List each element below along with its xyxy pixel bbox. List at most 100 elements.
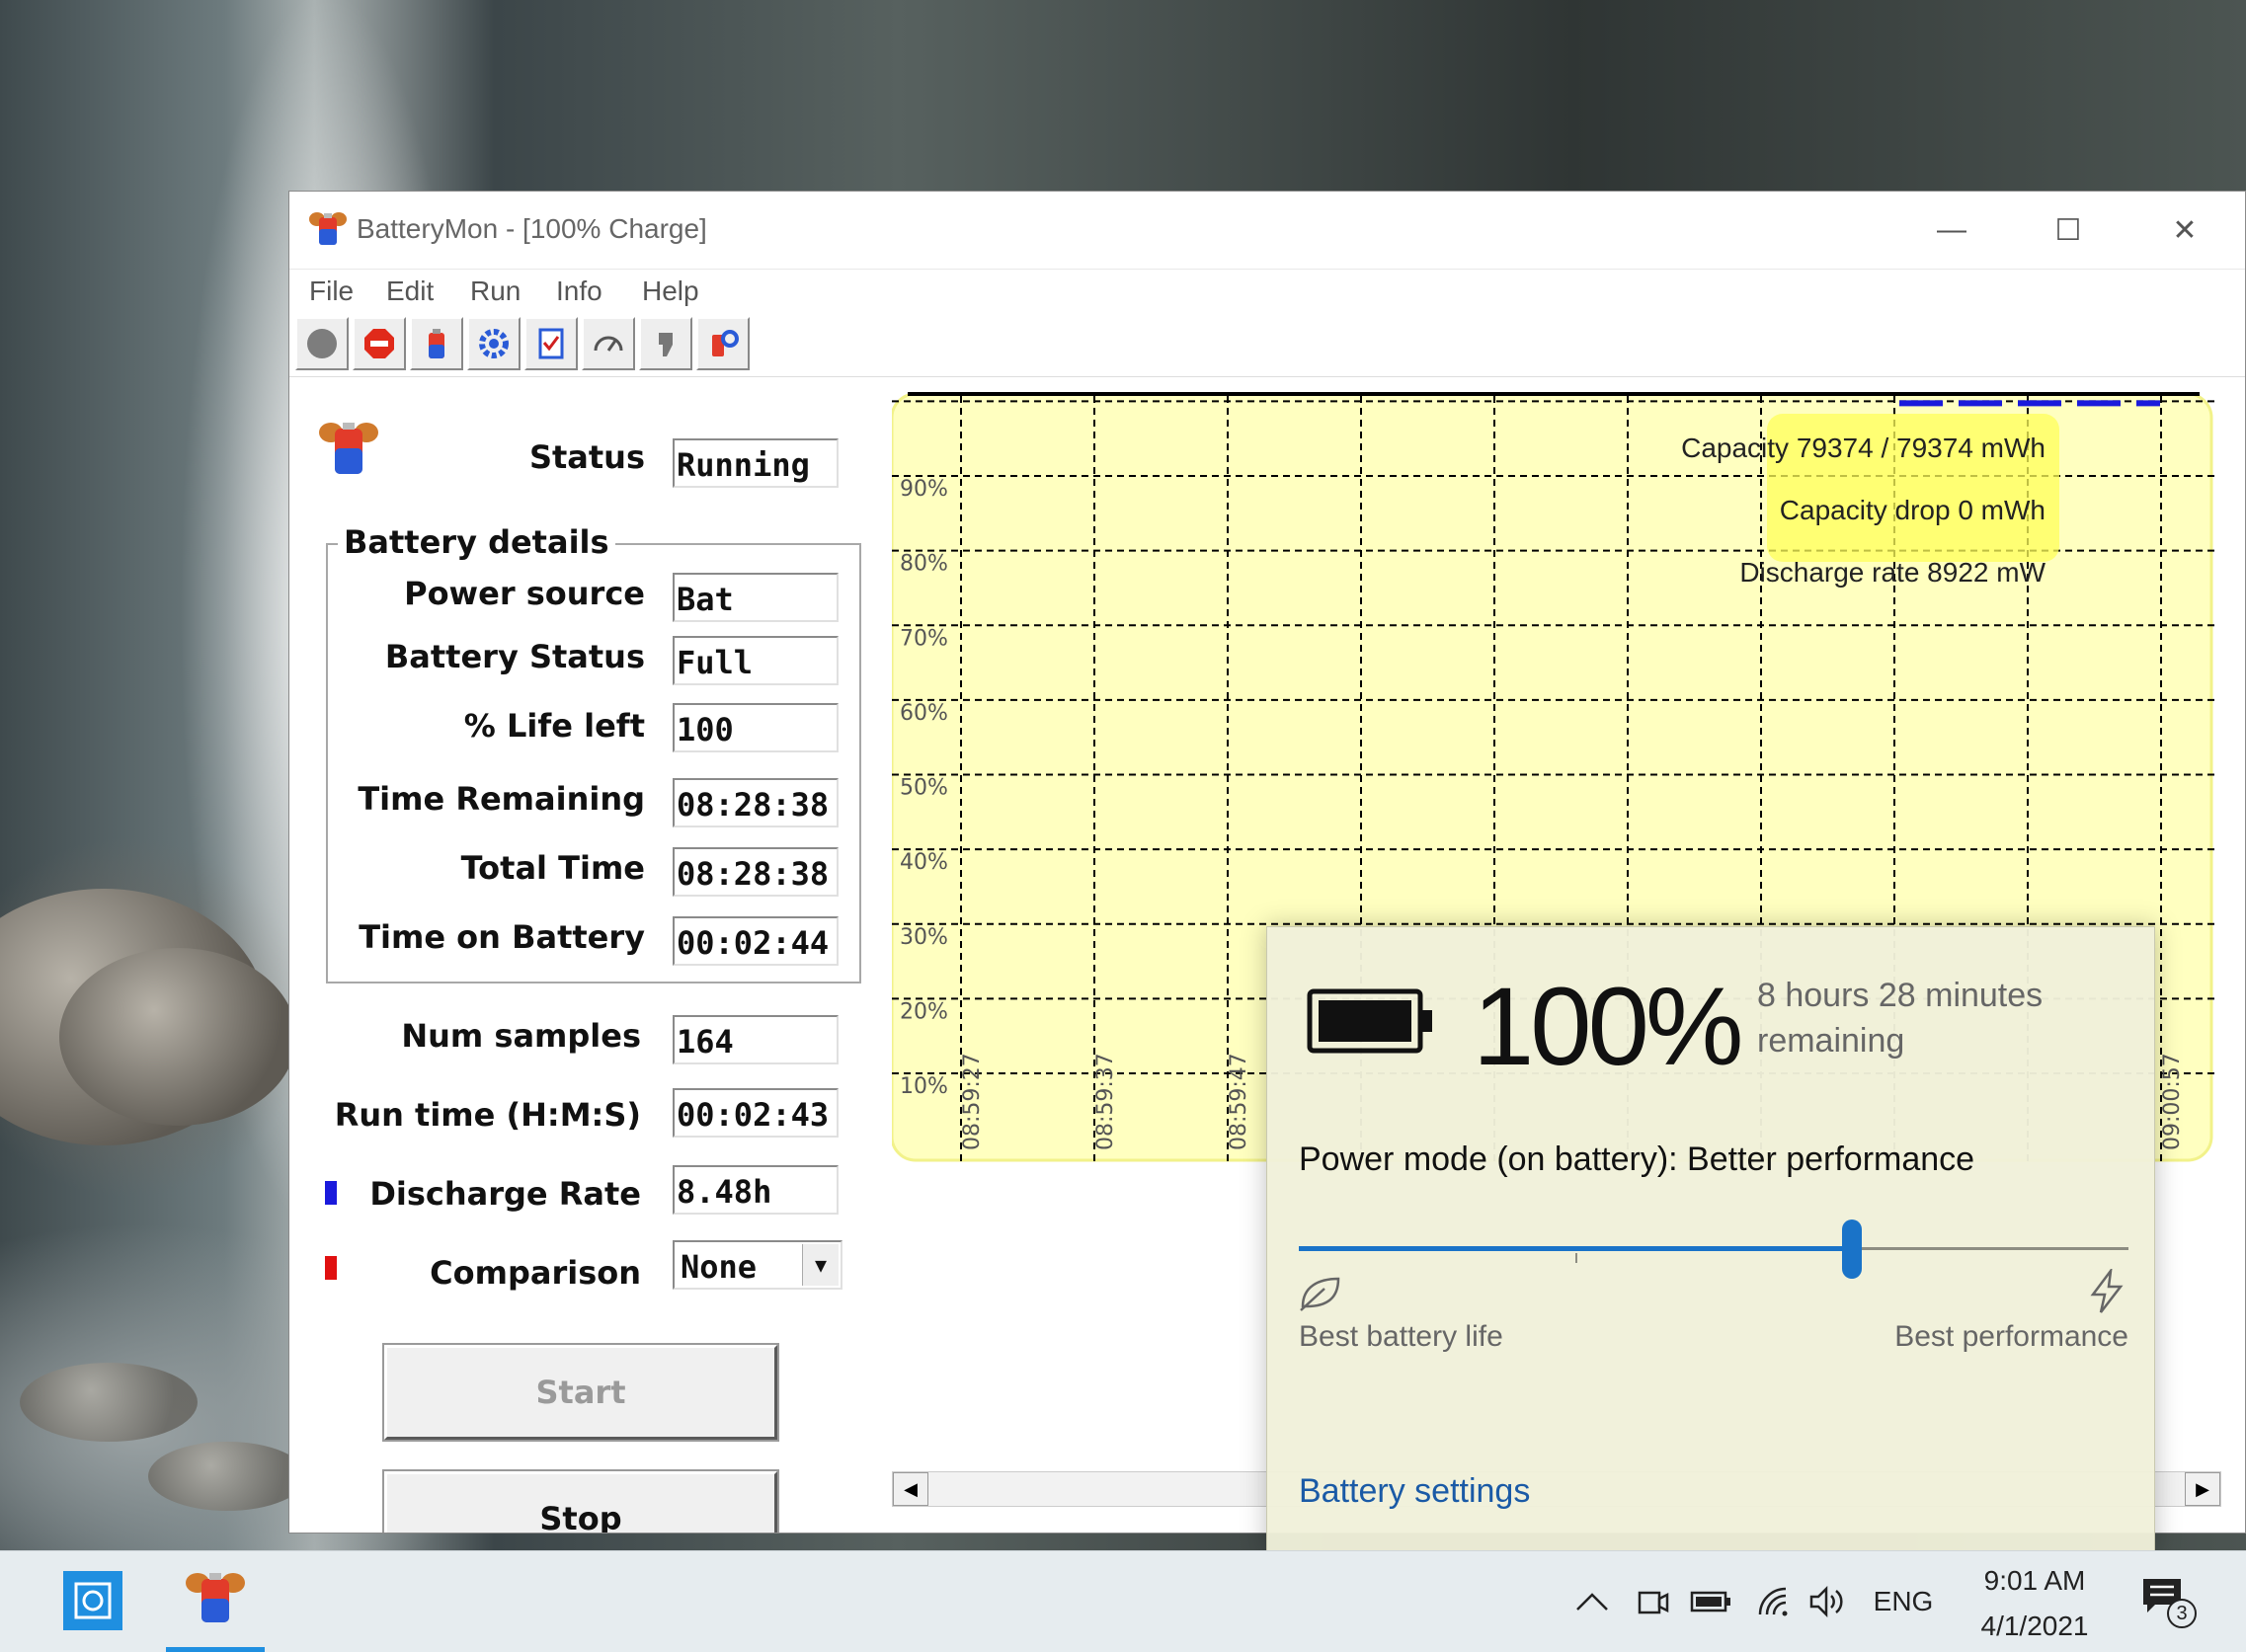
battery-settings-link[interactable]: Battery settings bbox=[1299, 1472, 1530, 1511]
camera-icon bbox=[1638, 1591, 1669, 1614]
toolbar-battery-button[interactable] bbox=[410, 317, 463, 370]
menu-edit[interactable]: Edit bbox=[386, 275, 434, 307]
toolbar-gear-button[interactable] bbox=[467, 317, 521, 370]
chart-y-tick-label: 90% bbox=[900, 477, 948, 502]
chart-y-tick-label: 80% bbox=[900, 552, 948, 577]
wallpaper-rock bbox=[20, 1363, 198, 1442]
status-field: Running bbox=[673, 438, 839, 488]
best-battery-life-label: Best battery life bbox=[1299, 1320, 1503, 1353]
time-remaining-label: Time Remaining bbox=[358, 780, 645, 818]
battery-percent: 100% bbox=[1473, 965, 1743, 1088]
chart-y-tick-label: 70% bbox=[900, 626, 948, 651]
batterymon-taskbar-icon bbox=[186, 1573, 245, 1622]
menu-info[interactable]: Info bbox=[556, 275, 602, 307]
title-bar[interactable]: BatteryMon - [100% Charge] — ☐ ✕ bbox=[289, 192, 2245, 269]
power-mode-slider[interactable] bbox=[1299, 1219, 2128, 1279]
clock-button[interactable]: 9:01 AM 4/1/2021 bbox=[1956, 1563, 2114, 1642]
chart-y-tick-label: 60% bbox=[900, 701, 948, 726]
comparison-select-value: None bbox=[681, 1248, 758, 1286]
time-remaining-field: 08:28:38 bbox=[673, 778, 839, 827]
time-on-battery-field: 00:02:44 bbox=[673, 916, 839, 966]
window-title: BatteryMon - [100% Charge] bbox=[357, 213, 707, 244]
taskbar-app-blue[interactable] bbox=[63, 1571, 122, 1630]
num-samples-label: Num samples bbox=[401, 1017, 641, 1055]
menu-help[interactable]: Help bbox=[642, 275, 699, 307]
volume-button[interactable] bbox=[1807, 1579, 1851, 1624]
slider-tick bbox=[1575, 1253, 1577, 1263]
chart-y-tick-label: 30% bbox=[900, 925, 948, 950]
wallpaper-rock bbox=[59, 948, 296, 1126]
taskbar-batterymon[interactable] bbox=[166, 1551, 265, 1652]
toolbar-settings-button[interactable] bbox=[696, 317, 750, 370]
scroll-left-button[interactable]: ◀ bbox=[893, 1472, 928, 1506]
plug-icon bbox=[659, 333, 673, 356]
battery-tray-button[interactable] bbox=[1689, 1579, 1732, 1624]
maximize-icon: ☐ bbox=[2054, 213, 2082, 247]
taskbar: ENG 9:01 AM 4/1/2021 3 bbox=[0, 1550, 2246, 1652]
menu-run[interactable]: Run bbox=[470, 275, 521, 307]
scroll-left-icon: ◀ bbox=[904, 1478, 918, 1499]
checklist-icon bbox=[538, 328, 564, 359]
life-left-label: % Life left bbox=[463, 707, 645, 745]
time-remaining-line2: remaining bbox=[1757, 1022, 1905, 1060]
chart-info-line: Capacity drop 0 mWh bbox=[1780, 495, 2045, 525]
chevron-down-icon[interactable]: ▼ bbox=[802, 1244, 839, 1286]
network-button[interactable] bbox=[1754, 1579, 1794, 1624]
slider-thumb[interactable] bbox=[1842, 1219, 1863, 1279]
status-label: Status bbox=[528, 438, 645, 476]
scroll-right-button[interactable]: ▶ bbox=[2185, 1472, 2220, 1506]
show-hidden-icons-button[interactable] bbox=[1572, 1579, 1612, 1624]
total-time-label: Total Time bbox=[460, 849, 645, 887]
toolbar-stop-button[interactable] bbox=[353, 317, 406, 370]
menu-bar: File Edit Run Info Help bbox=[289, 269, 2245, 312]
wallpaper-rock bbox=[148, 1442, 306, 1511]
comparison-select[interactable]: None ▼ bbox=[673, 1240, 842, 1290]
batterymon-app-icon bbox=[307, 209, 349, 249]
maximize-button[interactable]: ☐ bbox=[2010, 192, 2126, 269]
close-icon: ✕ bbox=[2172, 213, 2198, 247]
gear-icon bbox=[479, 329, 509, 358]
discharge-rate-field: 8.48h bbox=[673, 1165, 839, 1215]
active-app-indicator bbox=[166, 1647, 265, 1652]
battery-full-icon bbox=[1307, 988, 1435, 1059]
power-source-field: Bat bbox=[673, 573, 839, 622]
stop-button[interactable]: Stop bbox=[382, 1469, 779, 1533]
clock-date: 4/1/2021 bbox=[1980, 1611, 2089, 1641]
notification-count-badge: 3 bbox=[2167, 1599, 2197, 1628]
discharge-rate-label: Discharge Rate bbox=[369, 1175, 641, 1213]
leaf-icon bbox=[1297, 1273, 1342, 1317]
chart-x-tick-label: 08:59:37 bbox=[1093, 1053, 1118, 1150]
battery-status-label: Battery Status bbox=[384, 638, 645, 675]
chart-x-tick-label: 08:59:47 bbox=[1227, 1053, 1251, 1150]
chart-x-tick-label: 08:59:27 bbox=[960, 1053, 985, 1150]
total-time-field: 08:28:38 bbox=[673, 847, 839, 897]
settings-icon bbox=[712, 330, 739, 356]
toolbar-plug-button[interactable] bbox=[639, 317, 692, 370]
stop-circle-icon bbox=[307, 329, 337, 358]
menu-file[interactable]: File bbox=[309, 275, 354, 307]
app-window-icon bbox=[74, 1582, 112, 1619]
slider-track-filled bbox=[1299, 1246, 1853, 1251]
chart-info-line: Discharge rate 8922 mW bbox=[1739, 557, 2045, 588]
power-mode-label: Power mode (on battery): Better performa… bbox=[1299, 1141, 1975, 1178]
action-center-button[interactable]: 3 bbox=[2139, 1577, 2199, 1636]
toolbar-gauge-button[interactable] bbox=[582, 317, 635, 370]
time-on-battery-label: Time on Battery bbox=[359, 918, 645, 956]
input-language-button[interactable]: ENG bbox=[1869, 1579, 1938, 1624]
chart-y-tick-label: 50% bbox=[900, 776, 948, 801]
battery-tray-icon bbox=[1690, 1591, 1730, 1613]
battery-icon bbox=[429, 329, 444, 358]
chart-y-tick-label: 20% bbox=[900, 999, 948, 1024]
chart-info-line: Capacity 79374 / 79374 mWh bbox=[1681, 433, 2045, 463]
start-button[interactable]: Start bbox=[382, 1343, 779, 1442]
chart-x-tick-label: 09:00:57 bbox=[2160, 1053, 2185, 1150]
meet-now-button[interactable] bbox=[1634, 1579, 1673, 1624]
gauge-icon bbox=[594, 336, 623, 352]
run-time-label: Run time (H:M:S) bbox=[334, 1096, 641, 1134]
toolbar-stop-circle-button[interactable] bbox=[295, 317, 349, 370]
minimize-button[interactable]: — bbox=[1893, 192, 2010, 269]
toolbar-checklist-button[interactable] bbox=[524, 317, 578, 370]
scroll-right-icon: ▶ bbox=[2196, 1478, 2209, 1499]
num-samples-field: 164 bbox=[673, 1015, 839, 1064]
close-button[interactable]: ✕ bbox=[2126, 192, 2243, 269]
